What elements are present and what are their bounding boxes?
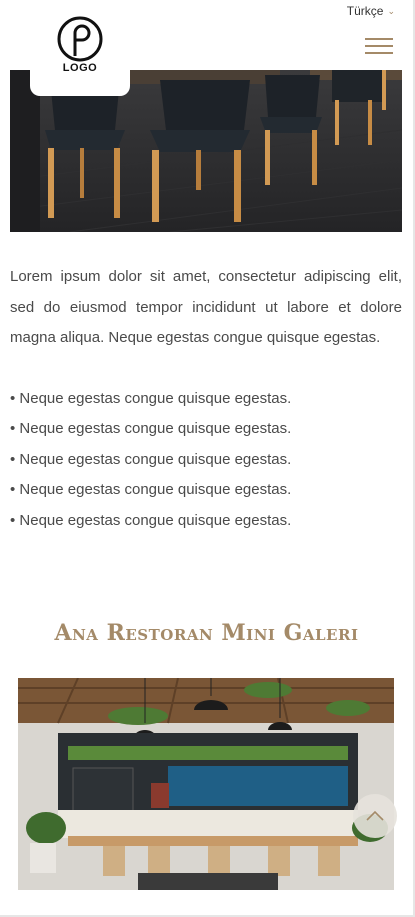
bullet-list: • Neque egestas congue quisque egestas. … [10,384,402,537]
list-item: • Neque egestas congue quisque egestas. [10,389,292,407]
logo-text: LOGO [62,62,98,74]
list-item: • Neque egestas congue quisque egestas. [10,481,292,498]
chevron-down-icon: ⌄ [387,5,395,16]
intro-paragraph: Lorem ipsum dolor sit amet, consectetur … [10,268,402,346]
hamburger-menu-icon[interactable] [365,38,393,54]
language-selector[interactable]: Türkçe ⌄ [347,4,395,18]
list-item: • Neque egestas congue quisque egestas. [10,420,292,437]
list-item: • Neque egestas congue quisque egestas. [10,450,292,468]
logo[interactable]: LOGO [30,8,130,96]
gallery-title: Ana Restoran Mini Galeri [54,620,359,646]
chevron-up-icon [366,810,384,821]
scroll-to-top-button[interactable] [353,794,397,838]
content-section: Lorem ipsum dolor sit amet, consectetur … [10,262,402,536]
gallery-image[interactable] [18,678,394,890]
language-label: Türkçe [346,4,384,18]
list-item: • Neque egestas congue quisque egestas. [10,511,292,529]
logo-mark-icon [57,16,103,62]
